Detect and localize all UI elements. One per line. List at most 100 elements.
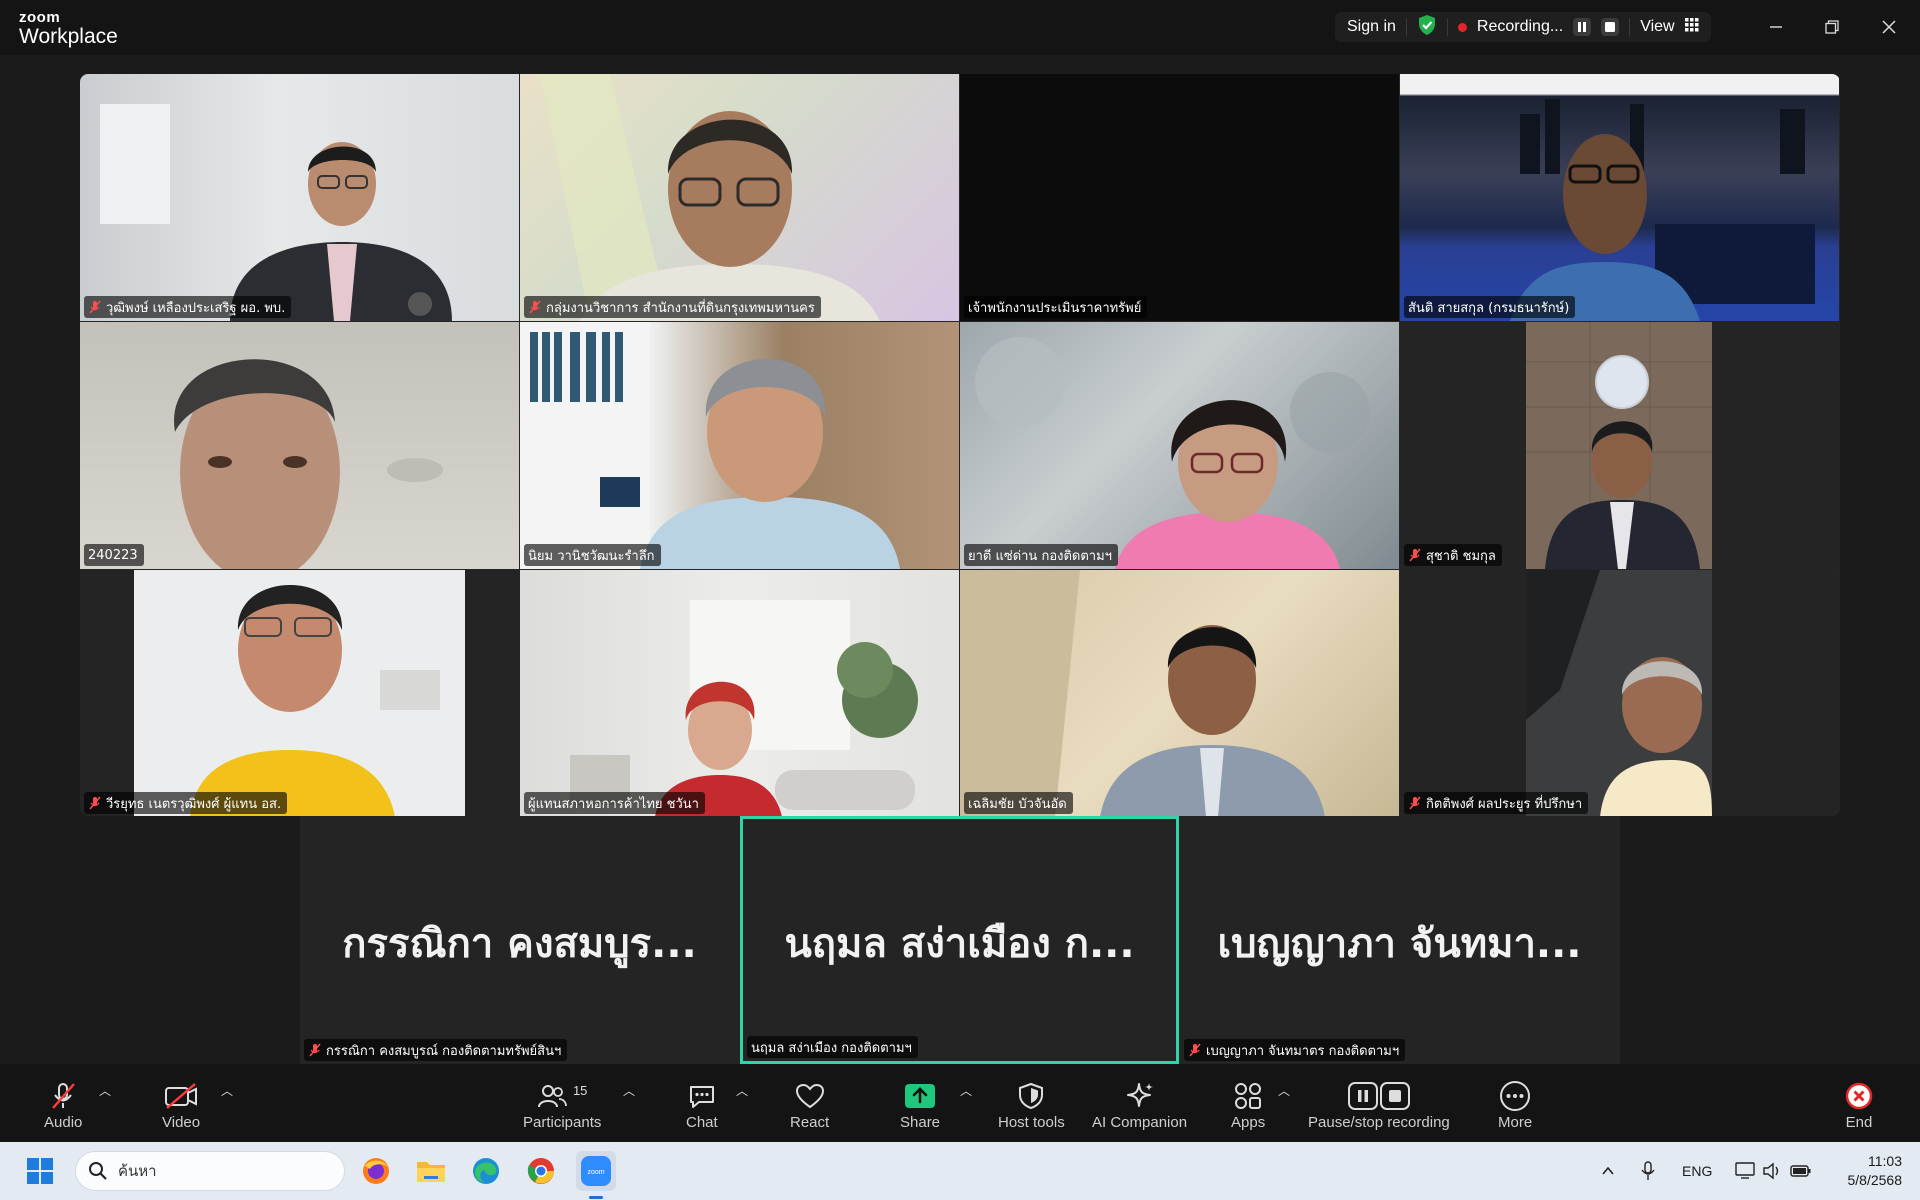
video-options-chevron-icon[interactable]: ︿	[221, 1082, 233, 1099]
windows-start-icon[interactable]	[20, 1151, 60, 1191]
participant-name: สันติ สายสกุล (กรมธนารักษ์)	[1404, 296, 1576, 318]
mic-muted-icon	[1408, 796, 1422, 810]
language-indicator[interactable]: ENG	[1682, 1142, 1712, 1200]
active-speaker-tile[interactable]: นฤมล สง่าเมือง ก... นฤมล สง่าเมือง กองติ…	[740, 816, 1179, 1064]
search-placeholder: ค้นหา	[118, 1162, 157, 1180]
end-meeting-button[interactable]: End	[1844, 1078, 1874, 1131]
participant-name-text: ผู้แทนสภาหอการค้าไทย ชวันา	[528, 796, 699, 812]
show-hidden-icons-chevron-icon[interactable]	[1600, 1142, 1616, 1200]
chat-icon	[687, 1078, 717, 1114]
apps-button[interactable]: Apps	[1231, 1078, 1265, 1131]
ai-companion-label: AI Companion	[1092, 1114, 1188, 1131]
file-explorer-icon[interactable]	[411, 1151, 451, 1191]
recording-label[interactable]: Recording...	[1477, 18, 1563, 36]
more-label: More	[1498, 1114, 1533, 1131]
mic-muted-icon	[48, 1078, 78, 1114]
participant-name-text: นฤมล สง่าเมือง กองติดตามฯ	[751, 1040, 912, 1056]
mic-muted-icon	[1408, 548, 1422, 562]
participant-name: ยาตี แซ่ด่าน กองติดตามฯ	[964, 544, 1118, 566]
sign-in-button[interactable]: Sign in	[1347, 18, 1396, 36]
video-tile[interactable]: วีรยุทธ เนตรวุฒิพงศ์ ผู้แทน อส.	[80, 570, 519, 816]
participant-name: นฤมล สง่าเมือง กองติดตามฯ	[747, 1036, 918, 1058]
network-icon[interactable]	[1735, 1142, 1755, 1200]
share-screen-icon	[904, 1078, 936, 1114]
video-tile[interactable]: กลุ่มงานวิชาการ สำนักงานที่ดินกรุงเทพมหา…	[520, 74, 959, 321]
host-tools-label: Host tools	[998, 1114, 1065, 1131]
video-tile[interactable]: ยาตี แซ่ด่าน กองติดตามฯ	[960, 322, 1399, 569]
chat-options-chevron-icon[interactable]: ︿	[736, 1082, 748, 1099]
share-button[interactable]: Share	[900, 1078, 940, 1131]
apps-options-chevron-icon[interactable]: ︿	[1278, 1082, 1290, 1099]
title-bar: zoom Workplace Sign in Recording... View	[0, 0, 1920, 55]
react-button[interactable]: React	[790, 1078, 829, 1131]
participant-video	[1526, 322, 1712, 569]
video-tile[interactable]: เฉลิมชัย บัวจันอัด	[960, 570, 1399, 816]
battery-icon[interactable]	[1790, 1142, 1812, 1200]
participant-video	[134, 570, 465, 816]
participant-video	[100, 104, 452, 321]
video-tile[interactable]: วุฒิพงษ์ เหลืองประเสริฐ ผอ. พบ.	[80, 74, 519, 321]
share-options-chevron-icon[interactable]: ︿	[960, 1082, 972, 1099]
audio-options-chevron-icon[interactable]: ︿	[99, 1082, 111, 1099]
divider	[1446, 18, 1448, 36]
participant-name: เจ้าพนักงานประเมินราคาทรัพย์	[964, 296, 1148, 318]
title-controls: Sign in Recording... View	[1335, 12, 1711, 42]
audio-button[interactable]: Audio	[44, 1078, 82, 1131]
participant-name: 240223	[84, 544, 144, 566]
security-shield-icon[interactable]	[1417, 14, 1437, 41]
stop-recording-icon[interactable]	[1601, 18, 1620, 36]
minimize-icon[interactable]	[1761, 12, 1791, 42]
video-button[interactable]: Video	[162, 1078, 200, 1131]
video-tile[interactable]: ผู้แทนสภาหอการค้าไทย ชวันา	[520, 570, 959, 816]
participant-name-text: สันติ สายสกุล (กรมธนารักษ์)	[1408, 300, 1570, 316]
participants-options-chevron-icon[interactable]: ︿	[623, 1082, 635, 1099]
video-label: Video	[162, 1114, 201, 1131]
participant-name: เบญญาภา จันทมาตร กองติดตามฯ	[1184, 1039, 1406, 1061]
chat-button[interactable]: Chat	[686, 1078, 718, 1131]
video-tile[interactable]: สุชาติ ชมกุล	[1400, 322, 1839, 569]
taskbar-search-box[interactable]: ค้นหา	[75, 1151, 345, 1191]
system-clock[interactable]: 11:03 5/8/2568	[1820, 1152, 1903, 1190]
mic-muted-icon	[88, 796, 102, 810]
end-label: End	[1845, 1114, 1873, 1131]
host-tools-button[interactable]: Host tools	[998, 1078, 1065, 1131]
video-tile[interactable]: กิตติพงศ์ ผลประยูร ที่ปรึกษา	[1400, 570, 1839, 816]
avatar-tile[interactable]: กรรณิกา คงสมบูร... กรรณิกา คงสมบูรณ์ กอง…	[300, 816, 739, 1064]
avatar-tile[interactable]: เบญญาภา จันทมา... เบญญาภา จันทมาตร กองติ…	[1180, 816, 1619, 1064]
more-button[interactable]: More	[1498, 1078, 1532, 1131]
zoom-app-icon[interactable]: zoom	[576, 1151, 616, 1191]
participant-name-text: กลุ่มงานวิชาการ สำนักงานที่ดินกรุงเทพมหา…	[546, 300, 815, 316]
participant-name-text: เจ้าพนักงานประเมินราคาทรัพย์	[968, 300, 1142, 316]
apps-icon	[1233, 1078, 1263, 1114]
participant-video	[570, 600, 918, 816]
video-tile[interactable]: 240223	[80, 322, 519, 569]
participant-video	[960, 570, 1325, 816]
participant-video	[520, 322, 900, 569]
participant-video	[174, 359, 443, 569]
ai-companion-button[interactable]: AI Companion	[1092, 1078, 1187, 1131]
mic-muted-icon	[308, 1043, 322, 1057]
microphone-tray-icon[interactable]	[1640, 1142, 1656, 1200]
pause-stop-label: Pause/stop recording	[1308, 1114, 1450, 1131]
participant-video	[1510, 99, 1815, 321]
video-tile[interactable]: เจ้าพนักงานประเมินราคาทรัพย์	[960, 74, 1399, 321]
firefox-icon[interactable]	[356, 1151, 396, 1191]
participants-label: Participants	[523, 1114, 602, 1131]
audio-label: Audio	[44, 1114, 83, 1131]
participant-name: เฉลิมชัย บัวจันอัด	[964, 792, 1073, 814]
pause-recording-icon[interactable]	[1573, 18, 1592, 36]
video-tile[interactable]: สันติ สายสกุล (กรมธนารักษ์)	[1400, 74, 1839, 321]
chrome-icon[interactable]	[521, 1151, 561, 1191]
volume-icon[interactable]	[1762, 1142, 1782, 1200]
close-icon[interactable]	[1874, 12, 1904, 42]
grid-view-icon[interactable]	[1684, 17, 1699, 37]
share-label: Share	[900, 1114, 941, 1131]
participants-button[interactable]: 15 Participants	[523, 1078, 602, 1132]
pause-stop-recording-button[interactable]: Pause/stop recording	[1308, 1078, 1450, 1131]
edge-icon[interactable]	[466, 1151, 506, 1191]
restore-icon[interactable]	[1817, 12, 1847, 42]
participant-name: วุฒิพงษ์ เหลืองประเสริฐ ผอ. พบ.	[84, 296, 292, 318]
active-app-indicator	[589, 1196, 603, 1199]
video-tile[interactable]: นิยม วานิชวัฒนะรำลึก	[520, 322, 959, 569]
view-button[interactable]: View	[1640, 18, 1674, 36]
